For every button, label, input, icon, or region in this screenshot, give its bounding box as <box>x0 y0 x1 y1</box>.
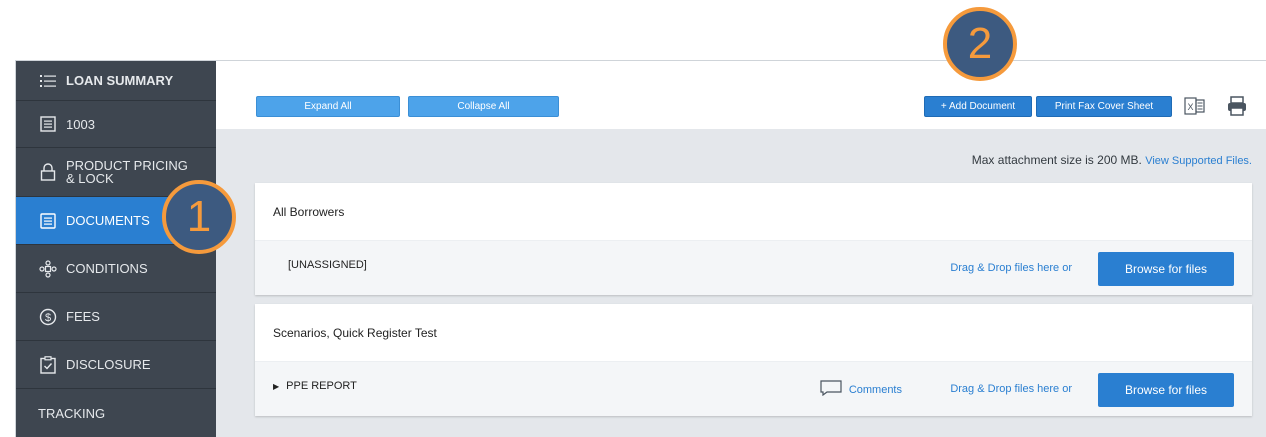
sidebar-item-fees[interactable]: $ FEES <box>16 293 216 341</box>
sidebar-item-1003[interactable]: 1003 <box>16 101 216 148</box>
sidebar-item-label: TRACKING <box>38 405 106 421</box>
sidebar-item-label: 1003 <box>66 116 95 132</box>
sidebar-item-label: FEES <box>66 309 100 324</box>
document-label-wrap[interactable]: ▶ PPE REPORT <box>273 380 357 392</box>
group-title: Scenarios, Quick Register Test <box>255 304 1252 362</box>
sidebar-item-label: DOCUMENTS <box>66 213 150 228</box>
drag-drop-text[interactable]: Drag & Drop files here or <box>950 383 1072 395</box>
sidebar-item-conditions[interactable]: CONDITIONS <box>16 245 216 293</box>
document-group-card: Scenarios, Quick Register Test ▶ PPE REPO… <box>255 304 1252 416</box>
document-group-card: All Borrowers [UNASSIGNED] Drag & Drop f… <box>255 183 1252 295</box>
callout-one: 1 <box>162 180 236 254</box>
toolbar: Expand All Collapse All + Add Document P… <box>216 61 1266 129</box>
list-icon <box>38 74 58 88</box>
printer-icon[interactable] <box>1226 95 1248 122</box>
document-row: ▶ PPE REPORT Comments Drag & Drop files h… <box>255 362 1252 416</box>
documents-icon <box>38 212 58 229</box>
sidebar-item-label: DISCLOSURE <box>66 357 151 372</box>
svg-text:$: $ <box>45 312 51 324</box>
sidebar-item-label: CONDITIONS <box>66 261 148 276</box>
drag-drop-text[interactable]: Drag & Drop files here or <box>950 262 1072 274</box>
lock-icon <box>38 163 58 181</box>
sidebar-item-label: LOAN SUMMARY <box>66 73 174 88</box>
document-label: [UNASSIGNED] <box>288 259 367 271</box>
add-document-button[interactable]: + Add Document <box>924 96 1032 117</box>
sidebar-item-label-line2: & LOCK <box>66 171 114 186</box>
view-supported-files-link[interactable]: View Supported Files. <box>1145 155 1252 167</box>
print-fax-cover-button[interactable]: Print Fax Cover Sheet <box>1036 96 1172 117</box>
sidebar-item-label: PRODUCT PRICING & LOCK <box>66 159 188 185</box>
comments-label: Comments <box>848 383 902 396</box>
comment-bubble-icon <box>820 380 842 399</box>
browse-files-button[interactable]: Browse for files <box>1098 373 1234 407</box>
attachment-info: Max attachment size is 200 MB. View Supp… <box>972 153 1252 167</box>
collapse-all-button[interactable]: Collapse All <box>408 96 559 117</box>
group-title: All Borrowers <box>255 183 1252 241</box>
sidebar-item-loan-summary[interactable]: LOAN SUMMARY <box>16 61 216 101</box>
excel-export-icon[interactable]: X <box>1184 96 1206 121</box>
clipboard-check-icon <box>38 355 58 374</box>
svg-text:X: X <box>1187 102 1193 112</box>
max-size-text: Max attachment size is 200 MB. <box>971 153 1142 167</box>
conditions-icon <box>38 259 58 278</box>
expand-caret-icon[interactable]: ▶ <box>273 382 279 391</box>
documents-panel: Expand All Collapse All + Add Document P… <box>216 61 1266 437</box>
callout-two: 2 <box>943 7 1017 81</box>
dollar-circle-icon: $ <box>38 308 58 326</box>
sidebar-item-tracking[interactable]: TRACKING <box>16 389 216 437</box>
document-label: PPE REPORT <box>286 380 357 392</box>
document-row: [UNASSIGNED] Drag & Drop files here or B… <box>255 241 1252 295</box>
form-icon <box>38 116 58 132</box>
comments-link[interactable]: Comments <box>820 380 902 399</box>
sidebar-item-disclosure[interactable]: DISCLOSURE <box>16 341 216 389</box>
browse-files-button[interactable]: Browse for files <box>1098 252 1234 286</box>
expand-all-button[interactable]: Expand All <box>256 96 400 117</box>
